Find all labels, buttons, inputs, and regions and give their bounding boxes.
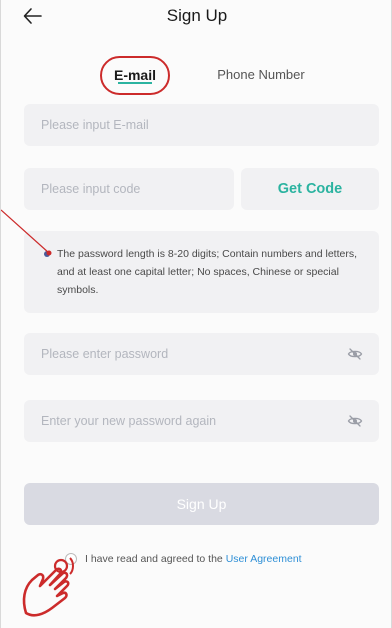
user-agreement-link[interactable]: User Agreement: [226, 553, 302, 565]
password-field[interactable]: [24, 333, 379, 375]
agreement-row: I have read and agreed to the User Agree…: [59, 550, 379, 568]
password-hint-text: The password length is 8-20 digits; Cont…: [57, 248, 357, 296]
eye-off-icon[interactable]: [347, 413, 363, 429]
password-hint-box: The password length is 8-20 digits; Cont…: [24, 231, 379, 313]
code-input[interactable]: [41, 168, 234, 210]
agreement-label: I have read and agreed to the: [85, 553, 226, 565]
confirm-password-input[interactable]: [41, 400, 341, 442]
password-input[interactable]: [41, 333, 341, 375]
tap-hand-icon: [22, 557, 74, 617]
agreement-text: I have read and agreed to the User Agree…: [85, 550, 302, 568]
get-code-button[interactable]: Get Code: [241, 168, 379, 210]
tab-phone-number[interactable]: Phone Number: [206, 60, 316, 90]
annotation-pointer-line: [1, 209, 52, 256]
annotation-circle: [100, 56, 170, 95]
email-input[interactable]: [41, 104, 379, 146]
sign-up-button[interactable]: Sign Up: [24, 483, 379, 525]
email-field[interactable]: [24, 104, 379, 146]
screen: Sign Up E-mail Phone Number Get Code The…: [0, 0, 392, 628]
eye-off-icon[interactable]: [347, 346, 363, 362]
confirm-password-field[interactable]: [24, 400, 379, 442]
